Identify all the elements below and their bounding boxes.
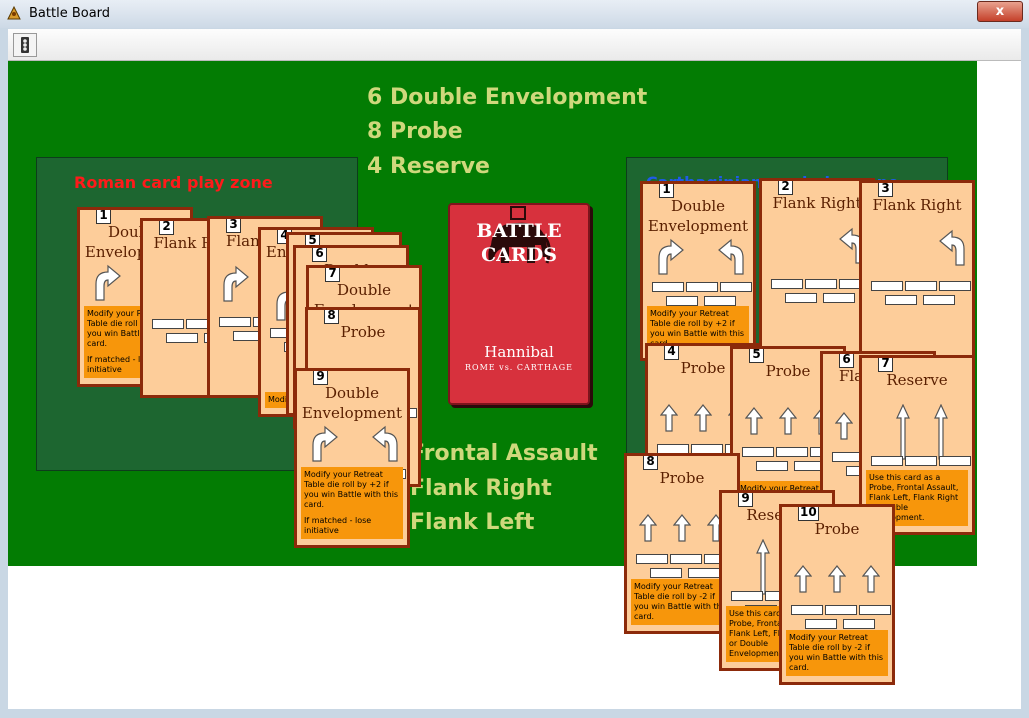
formation-block (805, 619, 837, 629)
formation-block (859, 605, 891, 615)
formation-block (785, 293, 817, 303)
curved-arrow-icon (372, 425, 398, 462)
formation-block (686, 282, 718, 292)
card-rule-text: Modify your Retreat Table die roll by -2… (786, 630, 888, 676)
battle-board: Roman card play zone Carthaginian card p… (8, 61, 977, 685)
battle-card[interactable]: 3 Flank Right (859, 180, 975, 360)
formation-block (805, 279, 837, 289)
up-arrow-icon (779, 407, 797, 435)
curved-arrow-icon (312, 425, 338, 462)
curved-arrow-icon (718, 238, 744, 275)
title-bar: Battle Board x (0, 0, 1029, 28)
formation-block (166, 333, 198, 343)
up-arrow-icon (794, 565, 812, 593)
curved-arrow-icon (95, 264, 121, 301)
up-arrow-icon (835, 412, 853, 440)
count-probe: 8 Probe (367, 119, 463, 144)
formation-block (704, 296, 736, 306)
battle-card[interactable]: 9 Double Envelopment Modify your Retreat T… (294, 368, 410, 548)
formation-block (923, 295, 955, 305)
card-name: Reserve (886, 371, 948, 389)
curved-arrow-icon (939, 229, 965, 266)
count-reserve: 4 Reserve (367, 154, 490, 179)
toolbar (8, 29, 1021, 61)
up-arrow-icon (828, 565, 846, 593)
up-arrow-icon (694, 404, 712, 432)
card-name: Flank Right (872, 196, 962, 214)
close-button[interactable]: x (977, 1, 1023, 22)
formation-block (636, 554, 668, 564)
deck-title-line2: CARDS (481, 244, 557, 266)
battle-card[interactable]: 2 Flank Right (759, 178, 875, 358)
deck-subtitle: Hannibal (484, 343, 554, 361)
card-rule-text: Modify your Retreat Table die roll by +2… (301, 467, 403, 539)
app-icon (7, 5, 21, 20)
card-rule-note: If matched - lose initiative (304, 516, 372, 535)
formation-block (742, 447, 774, 457)
card-name: Double Envelopment (301, 384, 403, 422)
up-arrow-icon (745, 407, 763, 435)
card-name: Double Envelopment (647, 197, 749, 235)
formation-blocks (867, 281, 972, 311)
formation-blocks (767, 279, 872, 309)
tall-arrow-icon (934, 404, 948, 460)
formation-block (688, 568, 720, 578)
count-flank-left: Flank Left (410, 510, 535, 535)
formation-block (871, 281, 903, 291)
card-rule-body: Modify your Retreat Table die roll by -2… (634, 582, 729, 621)
formation-block (650, 568, 682, 578)
formation-block (776, 447, 808, 457)
formation-block (666, 296, 698, 306)
battle-card[interactable]: 1 Double Envelopment Modify your Retreat T… (640, 181, 756, 361)
battle-card-deck[interactable]: BATTLE CARDS Hannibal ROME vs. CARTHAGE (448, 203, 590, 405)
deck-subtitle2: ROME vs. CARTHAGE (465, 363, 573, 372)
formation-block (939, 281, 971, 291)
tall-arrow-icon (756, 539, 770, 595)
tall-arrow-icon (896, 404, 910, 460)
formation-block (670, 554, 702, 564)
card-name: Probe (659, 469, 705, 487)
up-arrow-icon (660, 404, 678, 432)
formation-block (843, 619, 875, 629)
count-flank-right: Flank Right (410, 476, 552, 501)
formation-block (905, 456, 937, 466)
up-arrow-icon (673, 514, 691, 542)
card-rule-text: Modify your Retreat Table die roll by -2… (631, 579, 733, 625)
curved-arrow-icon (658, 238, 684, 275)
formation-block (152, 319, 184, 329)
formation-block (885, 295, 917, 305)
window-title: Battle Board (29, 6, 111, 21)
formation-block (905, 281, 937, 291)
board-canvas: Roman card play zone Carthaginian card p… (8, 61, 1021, 709)
count-double-envelopment: 6 Double Envelopment (367, 85, 648, 110)
card-name: Flank Right (772, 194, 862, 212)
up-arrow-icon (862, 565, 880, 593)
card-rule-body: Modify your Retreat Table die roll by -2… (789, 633, 884, 672)
formation-block (219, 317, 251, 327)
formation-block (825, 605, 857, 615)
formation-block (756, 461, 788, 471)
card-name: Probe (340, 323, 386, 341)
formation-block (823, 293, 855, 303)
formation-block (939, 456, 971, 466)
formation-block (771, 279, 803, 289)
formation-block (731, 591, 763, 601)
formation-block (652, 282, 684, 292)
card-name: Probe (814, 520, 860, 538)
formation-block (720, 282, 752, 292)
up-arrow-icon (639, 514, 657, 542)
count-frontal-assault: Frontal Assault (410, 441, 598, 466)
formation-block (791, 605, 823, 615)
curved-arrow-icon (223, 265, 249, 302)
deck-title-line1: BATTLE (476, 220, 562, 242)
card-rule-body: Modify your Retreat Table die roll by +2… (304, 470, 399, 509)
battle-card[interactable]: 10 Probe Modify your Retreat Table die rol… (779, 504, 895, 685)
toolbar-tool-button[interactable] (13, 33, 37, 57)
formation-block (871, 456, 903, 466)
roman-zone-label: Roman card play zone (74, 173, 273, 192)
traffic-light-icon (21, 37, 29, 53)
